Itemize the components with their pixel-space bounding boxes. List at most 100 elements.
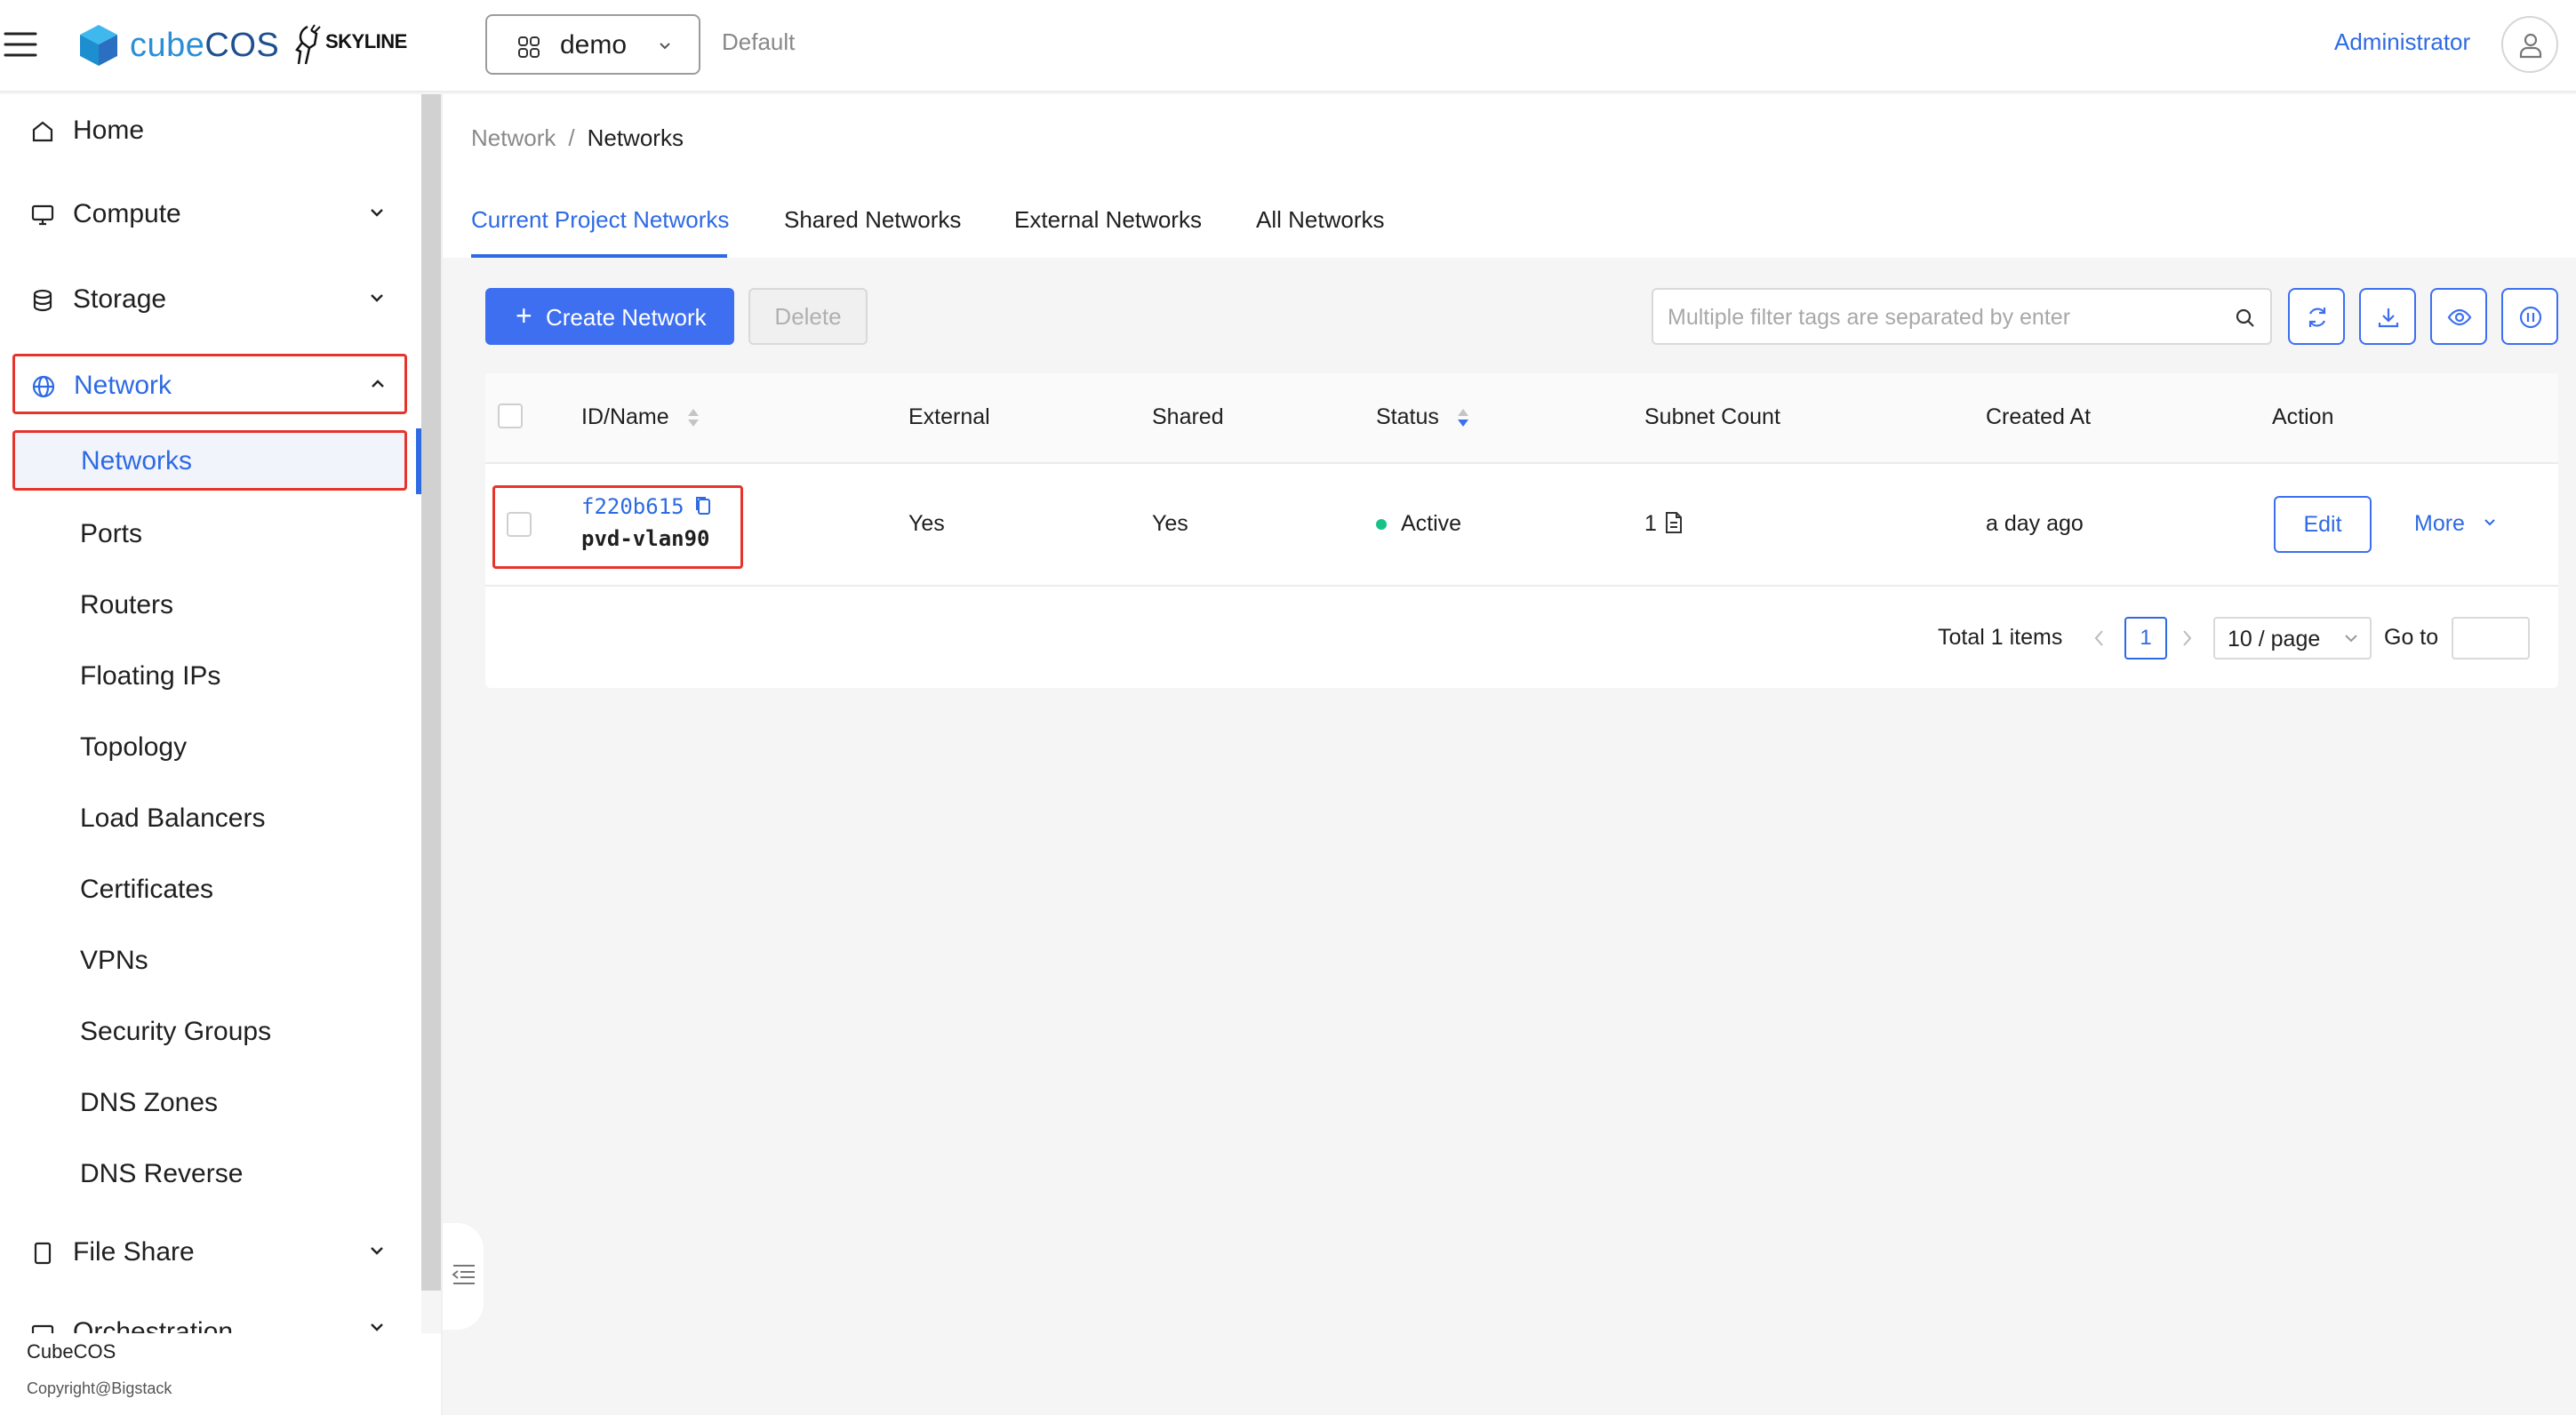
column-header-created-at: Created At: [1986, 404, 2092, 429]
chevron-up-icon: [369, 378, 387, 390]
column-visibility-button[interactable]: [2430, 288, 2487, 345]
tab-current-project-networks[interactable]: Current Project Networks: [471, 206, 729, 233]
search-filter[interactable]: [1652, 288, 2272, 345]
breadcrumb-parent-link[interactable]: Network: [471, 124, 556, 151]
sidebar-subitem-topology[interactable]: Topology: [0, 716, 421, 779]
sidebar-item-storage[interactable]: Storage: [0, 268, 421, 331]
sidebar-item-label: Network: [74, 371, 172, 400]
sidebar-subitem-label: Networks: [81, 446, 193, 476]
pause-circle-icon: [2519, 306, 2542, 329]
copy-icon[interactable]: [693, 494, 713, 517]
sidebar-scrollbar[interactable]: [421, 94, 441, 1291]
sidebar-subitem-networks[interactable]: Networks: [12, 430, 407, 491]
footer-product-name: CubeCOS: [27, 1340, 116, 1363]
tab-shared-networks[interactable]: Shared Networks: [784, 206, 961, 233]
sidebar-subitem-security-groups[interactable]: Security Groups: [0, 1001, 421, 1063]
goto-page-input[interactable]: [2452, 617, 2530, 660]
skyline-wordmark: SKYLINE: [325, 30, 407, 52]
sidebar-item-network[interactable]: Network: [12, 354, 407, 414]
tab-external-networks[interactable]: External Networks: [1014, 206, 1202, 233]
sidebar-item-label: Compute: [73, 199, 181, 228]
tablet-icon: [30, 1241, 55, 1266]
sidebar-subitem-dns-reverse[interactable]: DNS Reverse: [0, 1143, 421, 1205]
download-button[interactable]: [2359, 288, 2416, 345]
cell-subnet-count: 1: [1644, 511, 1657, 536]
cell-created-at: a day ago: [1986, 511, 2084, 536]
home-icon: [30, 119, 55, 144]
breadcrumb-separator: /: [568, 124, 575, 151]
selected-indicator: [416, 428, 421, 494]
sort-icon[interactable]: [684, 405, 702, 430]
page-size-select[interactable]: 10 / page: [2213, 617, 2372, 660]
tab-all-networks[interactable]: All Networks: [1256, 206, 1384, 233]
goto-label: Go to: [2384, 625, 2439, 650]
download-icon: [2378, 308, 2399, 328]
top-header: cubeCOS SKYLINE demo Default Administrat…: [0, 0, 2576, 92]
sidebar-subitem-load-balancers[interactable]: Load Balancers: [0, 787, 421, 850]
chevron-down-icon: [368, 206, 386, 219]
sidebar-subitem-certificates[interactable]: Certificates: [0, 859, 421, 921]
collapse-sidebar-button[interactable]: [443, 1223, 484, 1330]
edit-button[interactable]: Edit: [2274, 496, 2372, 553]
user-name-link[interactable]: Administrator: [2334, 28, 2470, 56]
chevron-left-icon[interactable]: [2092, 628, 2107, 649]
chevron-down-icon: [368, 292, 386, 304]
eye-icon: [2447, 308, 2472, 326]
project-name: demo: [560, 30, 628, 60]
select-all-checkbox[interactable]: [498, 404, 523, 428]
create-network-button[interactable]: + Create Network: [485, 288, 734, 345]
chevron-right-icon[interactable]: [2180, 628, 2194, 649]
table-header: [485, 373, 2558, 464]
cell-external: Yes: [908, 511, 945, 536]
sidebar-item-label: Orchestration: [73, 1317, 234, 1333]
refresh-icon: [2308, 308, 2326, 327]
plus-icon: +: [516, 300, 532, 332]
refresh-button[interactable]: [2288, 288, 2345, 345]
chevron-down-icon: [2482, 517, 2498, 528]
column-header-status[interactable]: Status: [1376, 404, 1439, 430]
pause-refresh-button[interactable]: [2501, 288, 2558, 345]
chevron-down-icon: [368, 1244, 386, 1257]
column-header-external: External: [908, 404, 990, 429]
chevron-down-icon: [658, 41, 672, 52]
sidebar-item-home[interactable]: Home: [0, 100, 421, 162]
sidebar-item-file-share[interactable]: File Share: [0, 1221, 421, 1283]
sidebar-subitem-vpns[interactable]: VPNs: [0, 930, 421, 992]
more-actions-dropdown[interactable]: More: [2414, 510, 2465, 537]
sidebar-subitem-routers[interactable]: Routers: [0, 574, 421, 636]
apps-grid-icon: [517, 36, 540, 59]
sidebar-item-label: Home: [73, 116, 145, 145]
sidebar-subitem-label: Floating IPs: [80, 661, 221, 691]
sidebar-item-compute[interactable]: Compute: [0, 183, 421, 245]
project-selector[interactable]: demo: [485, 14, 700, 75]
sidebar-item-label: Storage: [73, 284, 167, 314]
database-icon: [30, 288, 55, 313]
row-checkbox[interactable]: [507, 512, 532, 537]
menu-icon[interactable]: [4, 27, 39, 62]
column-header-shared: Shared: [1152, 404, 1224, 429]
search-input[interactable]: [1668, 300, 2219, 334]
sidebar-subitem-ports[interactable]: Ports: [0, 503, 421, 565]
table-row: [485, 464, 2558, 587]
sidebar-subitem-floating-ips[interactable]: Floating IPs: [0, 645, 421, 708]
sidebar-subitem-label: Ports: [80, 519, 143, 548]
sidebar-item-orchestration[interactable]: Orchestration: [0, 1308, 421, 1333]
cubecos-logo-icon: [78, 23, 119, 68]
sidebar-subitem-dns-zones[interactable]: DNS Zones: [0, 1072, 421, 1134]
network-id-link[interactable]: f220b615: [581, 494, 684, 519]
sort-icon[interactable]: [1454, 405, 1472, 430]
user-avatar[interactable]: [2501, 16, 2558, 73]
sidebar-subitem-label: Certificates: [80, 875, 214, 904]
pagination-page-1[interactable]: 1: [2124, 617, 2167, 660]
file-icon[interactable]: [1664, 510, 1684, 535]
breadcrumb-current: Networks: [587, 124, 684, 151]
delete-button[interactable]: Delete: [748, 288, 868, 345]
column-header-id-name[interactable]: ID/Name: [581, 404, 669, 430]
footer-copyright: Copyright@Bigstack: [27, 1379, 172, 1397]
status-dot: [1376, 519, 1387, 530]
chevron-down-icon: [368, 1321, 386, 1333]
orchestration-icon: [30, 1321, 55, 1333]
page-header-area: [443, 94, 2576, 258]
search-icon[interactable]: [2235, 308, 2256, 329]
sidebar-subitem-label: Topology: [80, 732, 188, 762]
